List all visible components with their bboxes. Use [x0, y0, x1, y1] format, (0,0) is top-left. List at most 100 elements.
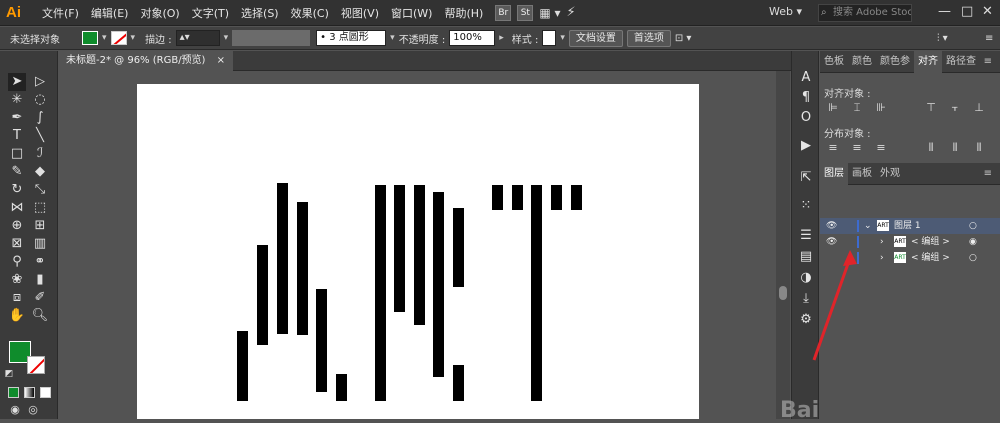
- blend-tool-icon[interactable]: ⚭: [31, 253, 49, 271]
- opacity-label[interactable]: 不透明度 :: [399, 31, 446, 46]
- align-vcenter-icon[interactable]: ⫟: [948, 101, 962, 115]
- stock-search-input[interactable]: ⌕ 搜索 Adobe Stock: [818, 4, 912, 22]
- artboard-tool-icon[interactable]: ⧈: [8, 289, 26, 307]
- tab-align[interactable]: 对齐: [914, 50, 942, 73]
- pen-tool-icon[interactable]: ✒: [8, 109, 26, 127]
- menu-effect[interactable]: 效果(C): [285, 5, 335, 21]
- art-letter-a-bar[interactable]: [297, 202, 308, 335]
- fill-dropdown-icon[interactable]: ▾: [102, 33, 107, 43]
- document-setup-button[interactable]: 文档设置: [568, 29, 623, 47]
- menu-type[interactable]: 文字(T): [186, 5, 235, 21]
- artboard[interactable]: [137, 84, 699, 419]
- style-dropdown-icon[interactable]: ▾: [560, 33, 565, 43]
- distribute-bottom-icon[interactable]: ≡: [874, 141, 888, 155]
- shaper-tool-icon[interactable]: ✎: [8, 163, 26, 181]
- target-circle-icon[interactable]: ○: [969, 218, 977, 234]
- visibility-eye-icon[interactable]: 👁︎: [826, 218, 837, 234]
- art-letter-a-bar[interactable]: [336, 374, 347, 401]
- art-letter-r-bar[interactable]: [394, 185, 405, 312]
- bridge-icon[interactable]: Br: [495, 4, 512, 21]
- control-bar-menu-icon[interactable]: ≡: [985, 33, 993, 44]
- distribute-left-icon[interactable]: ⫴: [924, 141, 938, 155]
- draw-mode-icon[interactable]: ◉: [6, 401, 24, 419]
- hand-tool-icon[interactable]: ✋: [8, 307, 26, 325]
- actions-play-icon[interactable]: ▶: [797, 137, 815, 155]
- perspective-grid-icon[interactable]: ⊞: [31, 217, 49, 235]
- opacity-field[interactable]: 100%: [449, 30, 496, 46]
- menu-help[interactable]: 帮助(H): [438, 5, 489, 21]
- art-letter-r-bar[interactable]: [414, 185, 425, 325]
- close-window-button[interactable]: ✕: [982, 4, 993, 19]
- layer-name[interactable]: < 编组 >: [911, 250, 950, 266]
- tab-swatches[interactable]: 色板: [820, 51, 848, 73]
- width-tool-icon[interactable]: ⋈: [8, 199, 26, 217]
- stroke-panel-icon[interactable]: ☰: [797, 227, 815, 245]
- align-right-icon[interactable]: ⊪: [874, 101, 888, 115]
- tab-color[interactable]: 颜色: [848, 51, 876, 73]
- eraser-icon[interactable]: ◆: [31, 163, 49, 181]
- menu-file[interactable]: 文件(F): [36, 5, 85, 21]
- tab-color-guide[interactable]: 颜色参: [876, 51, 914, 73]
- layer-name[interactable]: 图层 1: [894, 218, 921, 234]
- default-colors-icon[interactable]: ◩: [0, 365, 18, 383]
- arrange-icon[interactable]: ⊡ ▾: [675, 33, 692, 44]
- art-letter-r-bar[interactable]: [433, 315, 444, 377]
- panel-menu-icon[interactable]: ≡: [980, 51, 996, 73]
- menu-object[interactable]: 对象(O): [134, 5, 185, 21]
- gradient-mode-icon[interactable]: [24, 387, 35, 398]
- character-panel-icon[interactable]: A: [797, 69, 815, 87]
- color-mode-icon[interactable]: [8, 387, 19, 398]
- none-mode-icon[interactable]: [40, 387, 51, 398]
- mesh-tool-icon[interactable]: ⊠: [8, 235, 26, 253]
- stroke-dropdown-icon[interactable]: ▾: [131, 33, 136, 43]
- stroke-color-box[interactable]: [27, 356, 45, 374]
- shape-builder-icon[interactable]: ⊕: [8, 217, 26, 235]
- paragraph-panel-icon[interactable]: ¶: [797, 89, 815, 107]
- tab-appearance[interactable]: 外观: [876, 163, 904, 185]
- line-tool-icon[interactable]: ╲: [31, 127, 49, 145]
- curvature-tool-icon[interactable]: ∫: [31, 109, 49, 127]
- brush-dropdown-icon[interactable]: ▾: [390, 33, 395, 43]
- stroke-weight-dropdown-icon[interactable]: ▾: [224, 33, 229, 43]
- distribute-hcenter-icon[interactable]: ⫴: [948, 141, 962, 155]
- direct-selection-tool-icon[interactable]: ▷: [31, 73, 49, 91]
- target-circle-icon[interactable]: ○: [969, 250, 977, 266]
- menu-window[interactable]: 窗口(W): [385, 5, 438, 21]
- rotate-tool-icon[interactable]: ↻: [8, 181, 26, 199]
- visibility-eye-icon[interactable]: 👁︎: [826, 234, 837, 250]
- stroke-weight-field[interactable]: ▴▾: [175, 30, 220, 46]
- selection-tool-icon[interactable]: ➤: [8, 73, 26, 91]
- distribute-top-icon[interactable]: ≡: [826, 141, 840, 155]
- scale-tool-icon[interactable]: ⤡: [31, 181, 49, 199]
- symbol-sprayer-icon[interactable]: ❀: [8, 271, 26, 289]
- expand-chevron-icon[interactable]: ›: [880, 234, 884, 250]
- align-top-icon[interactable]: ⊤: [924, 101, 938, 115]
- close-tab-icon[interactable]: ×: [217, 55, 225, 66]
- type-tool-icon[interactable]: T: [8, 127, 26, 145]
- menu-select[interactable]: 选择(S): [235, 5, 285, 21]
- rectangle-tool-icon[interactable]: □: [8, 145, 26, 163]
- art-letter-t-bar[interactable]: [492, 185, 503, 210]
- distribute-right-icon[interactable]: ⫴: [972, 141, 986, 155]
- opentype-panel-icon[interactable]: O: [797, 109, 815, 127]
- art-letter-r-bar[interactable]: [453, 208, 464, 287]
- layers-menu-icon[interactable]: ≡: [980, 163, 996, 185]
- align-to-icon[interactable]: ⫶ ▾: [937, 33, 948, 44]
- art-letter-a-bar[interactable]: [316, 289, 327, 392]
- maximize-button[interactable]: □: [961, 4, 973, 19]
- transform-panel-icon[interactable]: ⁙: [797, 197, 815, 215]
- stock-icon[interactable]: St: [517, 4, 534, 21]
- expand-chevron-icon[interactable]: ⌄: [864, 218, 872, 234]
- align-hcenter-icon[interactable]: ⌶: [850, 101, 864, 115]
- align-bottom-icon[interactable]: ⊥: [972, 101, 986, 115]
- opacity-dropdown-icon[interactable]: ▸: [499, 33, 504, 43]
- art-letter-r-bar[interactable]: [433, 192, 444, 327]
- scrollbar-thumb[interactable]: [779, 286, 787, 300]
- tab-layers[interactable]: 图层: [820, 162, 848, 185]
- lasso-icon[interactable]: ◌: [31, 91, 49, 109]
- art-letter-r-bar[interactable]: [375, 185, 386, 401]
- screen-mode-icon[interactable]: ◎: [24, 401, 42, 419]
- magic-wand-icon[interactable]: ✳: [8, 91, 26, 109]
- align-left-icon[interactable]: ⊫: [826, 101, 840, 115]
- art-letter-a-bar[interactable]: [257, 245, 268, 345]
